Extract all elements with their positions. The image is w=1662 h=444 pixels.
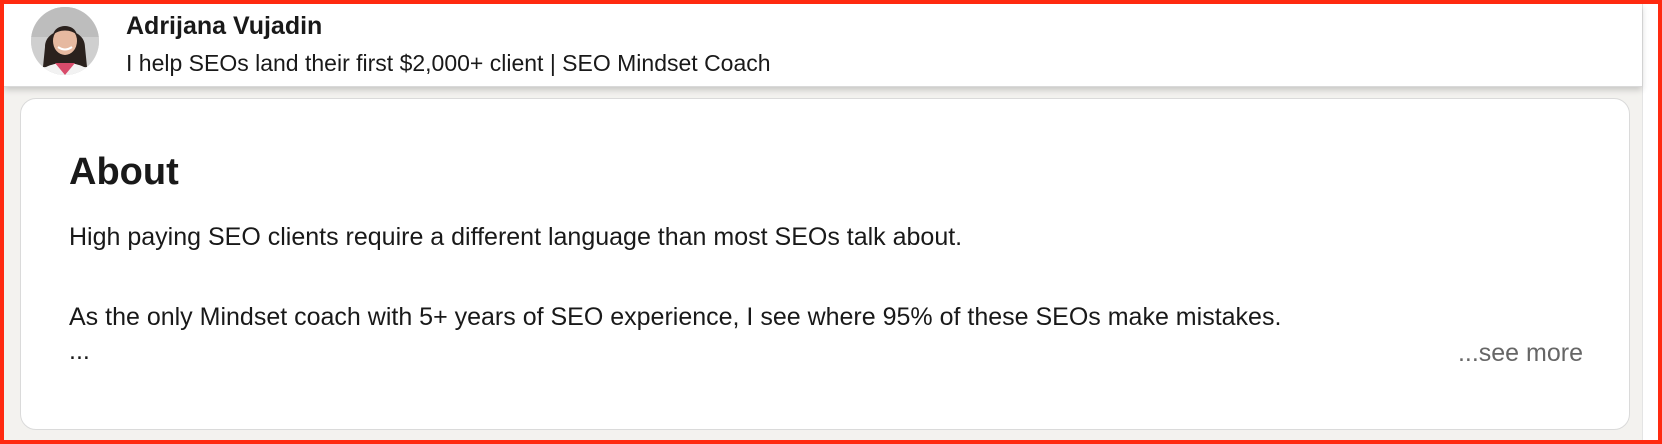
about-paragraph: As the only Mindset coach with 5+ years … <box>69 303 1282 331</box>
profile-sticky-header: Adrijana Vujadin I help SEOs land their … <box>4 4 1642 87</box>
profile-headline: I help SEOs land their first $2,000+ cli… <box>126 50 771 76</box>
profile-name[interactable]: Adrijana Vujadin <box>126 12 322 41</box>
see-more-button[interactable]: ...see more <box>1451 339 1583 368</box>
about-paragraph: High paying SEO clients require a differ… <box>69 223 963 251</box>
about-heading: About <box>69 151 179 193</box>
about-section: About High paying SEO clients require a … <box>20 98 1630 430</box>
truncation-ellipsis: ... <box>69 337 90 365</box>
scrollbar-track[interactable] <box>1642 0 1659 444</box>
profile-photo-icon <box>31 7 99 75</box>
avatar[interactable] <box>31 7 99 75</box>
